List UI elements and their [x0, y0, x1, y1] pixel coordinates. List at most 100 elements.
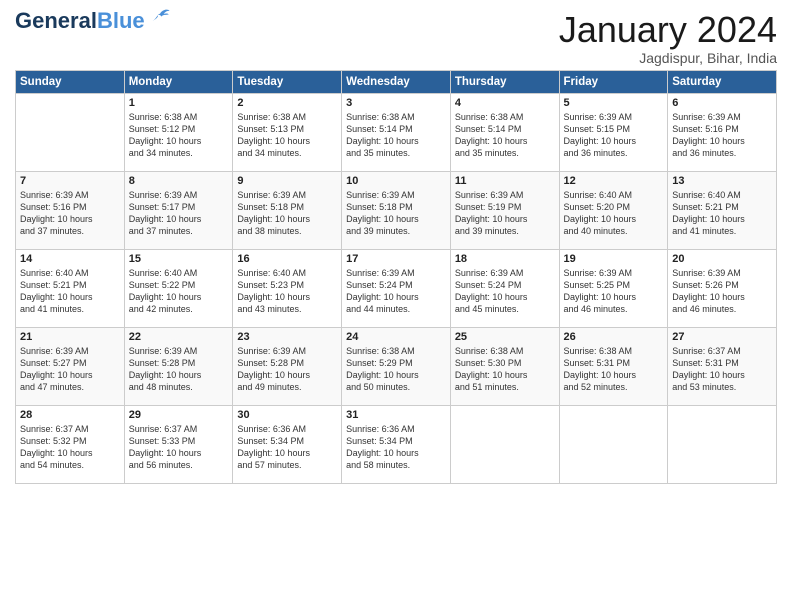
calendar-cell: 26 Sunrise: 6:38 AM Sunset: 5:31 PM Dayli…: [559, 327, 668, 405]
calendar-cell: 23 Sunrise: 6:39 AM Sunset: 5:28 PM Dayli…: [233, 327, 342, 405]
calendar-cell: 30 Sunrise: 6:36 AM Sunset: 5:34 PM Dayli…: [233, 405, 342, 483]
day-info: Sunrise: 6:38 AM Sunset: 5:12 PM Dayligh…: [129, 111, 229, 160]
day-number: 31: [346, 409, 446, 421]
calendar-cell: 12 Sunrise: 6:40 AM Sunset: 5:20 PM Dayli…: [559, 171, 668, 249]
weekday-header: Monday: [124, 70, 233, 93]
day-info: Sunrise: 6:39 AM Sunset: 5:26 PM Dayligh…: [672, 267, 772, 316]
calendar-cell: 31 Sunrise: 6:36 AM Sunset: 5:34 PM Dayli…: [342, 405, 451, 483]
calendar-cell: 17Sunrise: 6:39 AM Sunset: 5:24 PM Dayli…: [342, 249, 451, 327]
day-number: 28: [20, 409, 120, 421]
calendar-cell: 5 Sunrise: 6:39 AM Sunset: 5:15 PM Daylig…: [559, 93, 668, 171]
calendar-week-row: 1 Sunrise: 6:38 AM Sunset: 5:12 PM Daylig…: [16, 93, 777, 171]
calendar-cell: 3 Sunrise: 6:38 AM Sunset: 5:14 PM Daylig…: [342, 93, 451, 171]
day-number: 11: [455, 175, 555, 187]
day-info: Sunrise: 6:36 AM Sunset: 5:34 PM Dayligh…: [346, 423, 446, 472]
day-number: 22: [129, 331, 229, 343]
day-number: 20: [672, 253, 772, 265]
calendar-cell: 4Sunrise: 6:38 AM Sunset: 5:14 PM Daylig…: [450, 93, 559, 171]
day-info: Sunrise: 6:39 AM Sunset: 5:18 PM Dayligh…: [237, 189, 337, 238]
calendar-cell: 2 Sunrise: 6:38 AM Sunset: 5:13 PM Daylig…: [233, 93, 342, 171]
day-number: 18: [455, 253, 555, 265]
day-info: Sunrise: 6:39 AM Sunset: 5:19 PM Dayligh…: [455, 189, 555, 238]
day-number: 5: [564, 97, 664, 109]
day-number: 13: [672, 175, 772, 187]
day-number: 23: [237, 331, 337, 343]
calendar-cell: 25Sunrise: 6:38 AM Sunset: 5:30 PM Dayli…: [450, 327, 559, 405]
calendar-cell: 8 Sunrise: 6:39 AM Sunset: 5:17 PM Daylig…: [124, 171, 233, 249]
calendar-cell: 27Sunrise: 6:37 AM Sunset: 5:31 PM Dayli…: [668, 327, 777, 405]
day-info: Sunrise: 6:37 AM Sunset: 5:33 PM Dayligh…: [129, 423, 229, 472]
day-number: 12: [564, 175, 664, 187]
weekday-header-row: SundayMondayTuesdayWednesdayThursdayFrid…: [16, 70, 777, 93]
month-title: January 2024: [559, 10, 777, 50]
day-info: Sunrise: 6:39 AM Sunset: 5:18 PM Dayligh…: [346, 189, 446, 238]
calendar-cell: 6 Sunrise: 6:39 AM Sunset: 5:16 PM Daylig…: [668, 93, 777, 171]
day-info: Sunrise: 6:39 AM Sunset: 5:25 PM Dayligh…: [564, 267, 664, 316]
day-number: 8: [129, 175, 229, 187]
calendar-cell: 19Sunrise: 6:39 AM Sunset: 5:25 PM Dayli…: [559, 249, 668, 327]
weekday-header: Thursday: [450, 70, 559, 93]
day-number: 21: [20, 331, 120, 343]
day-info: Sunrise: 6:39 AM Sunset: 5:16 PM Dayligh…: [20, 189, 120, 238]
calendar-cell: 14 Sunrise: 6:40 AM Sunset: 5:21 PM Dayli…: [16, 249, 125, 327]
header: GeneralBlue January 2024 Jagdispur, Biha…: [15, 10, 777, 66]
day-info: Sunrise: 6:38 AM Sunset: 5:30 PM Dayligh…: [455, 345, 555, 394]
calendar-cell: [668, 405, 777, 483]
calendar-cell: 18 Sunrise: 6:39 AM Sunset: 5:24 PM Dayli…: [450, 249, 559, 327]
day-info: Sunrise: 6:40 AM Sunset: 5:22 PM Dayligh…: [129, 267, 229, 316]
day-info: Sunrise: 6:38 AM Sunset: 5:13 PM Dayligh…: [237, 111, 337, 160]
day-number: 1: [129, 97, 229, 109]
weekday-header: Friday: [559, 70, 668, 93]
day-info: Sunrise: 6:38 AM Sunset: 5:14 PM Dayligh…: [346, 111, 446, 160]
calendar-cell: 20 Sunrise: 6:39 AM Sunset: 5:26 PM Dayli…: [668, 249, 777, 327]
calendar-cell: 24Sunrise: 6:38 AM Sunset: 5:29 PM Dayli…: [342, 327, 451, 405]
calendar-week-row: 7Sunrise: 6:39 AM Sunset: 5:16 PM Daylig…: [16, 171, 777, 249]
calendar-cell: [16, 93, 125, 171]
day-number: 16: [237, 253, 337, 265]
day-number: 9: [237, 175, 337, 187]
day-number: 6: [672, 97, 772, 109]
day-info: Sunrise: 6:39 AM Sunset: 5:16 PM Dayligh…: [672, 111, 772, 160]
day-info: Sunrise: 6:40 AM Sunset: 5:21 PM Dayligh…: [672, 189, 772, 238]
calendar-cell: 28Sunrise: 6:37 AM Sunset: 5:32 PM Dayli…: [16, 405, 125, 483]
day-info: Sunrise: 6:39 AM Sunset: 5:28 PM Dayligh…: [129, 345, 229, 394]
calendar-cell: 10Sunrise: 6:39 AM Sunset: 5:18 PM Dayli…: [342, 171, 451, 249]
day-number: 2: [237, 97, 337, 109]
day-number: 24: [346, 331, 446, 343]
calendar-cell: 16 Sunrise: 6:40 AM Sunset: 5:23 PM Dayli…: [233, 249, 342, 327]
location-subtitle: Jagdispur, Bihar, India: [559, 50, 777, 66]
calendar-cell: 29 Sunrise: 6:37 AM Sunset: 5:33 PM Dayli…: [124, 405, 233, 483]
day-info: Sunrise: 6:39 AM Sunset: 5:28 PM Dayligh…: [237, 345, 337, 394]
day-info: Sunrise: 6:36 AM Sunset: 5:34 PM Dayligh…: [237, 423, 337, 472]
day-number: 26: [564, 331, 664, 343]
day-number: 3: [346, 97, 446, 109]
calendar-cell: 15 Sunrise: 6:40 AM Sunset: 5:22 PM Dayli…: [124, 249, 233, 327]
calendar-week-row: 21 Sunrise: 6:39 AM Sunset: 5:27 PM Dayli…: [16, 327, 777, 405]
day-info: Sunrise: 6:39 AM Sunset: 5:27 PM Dayligh…: [20, 345, 120, 394]
calendar-cell: [559, 405, 668, 483]
bird-icon: [149, 6, 171, 28]
calendar-header: SundayMondayTuesdayWednesdayThursdayFrid…: [16, 70, 777, 93]
logo-text: GeneralBlue: [15, 10, 145, 32]
calendar-cell: 21 Sunrise: 6:39 AM Sunset: 5:27 PM Dayli…: [16, 327, 125, 405]
day-number: 15: [129, 253, 229, 265]
day-number: 30: [237, 409, 337, 421]
day-number: 17: [346, 253, 446, 265]
day-info: Sunrise: 6:40 AM Sunset: 5:23 PM Dayligh…: [237, 267, 337, 316]
day-number: 29: [129, 409, 229, 421]
day-info: Sunrise: 6:40 AM Sunset: 5:20 PM Dayligh…: [564, 189, 664, 238]
day-number: 14: [20, 253, 120, 265]
day-info: Sunrise: 6:38 AM Sunset: 5:31 PM Dayligh…: [564, 345, 664, 394]
calendar-table: SundayMondayTuesdayWednesdayThursdayFrid…: [15, 70, 777, 484]
day-info: Sunrise: 6:40 AM Sunset: 5:21 PM Dayligh…: [20, 267, 120, 316]
calendar-body: 1 Sunrise: 6:38 AM Sunset: 5:12 PM Daylig…: [16, 93, 777, 483]
weekday-header: Tuesday: [233, 70, 342, 93]
calendar-cell: 22 Sunrise: 6:39 AM Sunset: 5:28 PM Dayli…: [124, 327, 233, 405]
weekday-header: Sunday: [16, 70, 125, 93]
calendar-cell: 9 Sunrise: 6:39 AM Sunset: 5:18 PM Daylig…: [233, 171, 342, 249]
calendar-cell: 7Sunrise: 6:39 AM Sunset: 5:16 PM Daylig…: [16, 171, 125, 249]
title-block: January 2024 Jagdispur, Bihar, India: [559, 10, 777, 66]
day-info: Sunrise: 6:39 AM Sunset: 5:15 PM Dayligh…: [564, 111, 664, 160]
day-info: Sunrise: 6:39 AM Sunset: 5:17 PM Dayligh…: [129, 189, 229, 238]
day-info: Sunrise: 6:39 AM Sunset: 5:24 PM Dayligh…: [455, 267, 555, 316]
